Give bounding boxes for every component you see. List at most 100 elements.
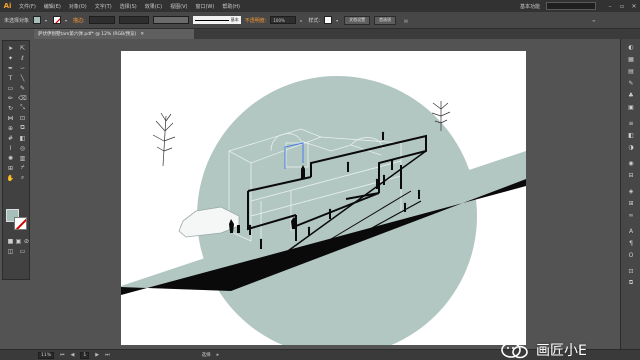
stroke-color-box[interactable] <box>14 217 27 230</box>
preferences-button[interactable]: 首选项 <box>374 15 397 25</box>
last-page-icon[interactable]: ⏭ <box>105 352 110 358</box>
magic-wand-tool-icon[interactable]: ✦ <box>6 54 15 62</box>
wechat-watermark: 画匠小E <box>500 340 626 360</box>
menu-view[interactable]: 视图(V) <box>166 3 191 10</box>
color-panel-icon[interactable]: ◐ <box>626 43 636 51</box>
artboard-tool-icon[interactable]: ⊞ <box>6 164 15 172</box>
gradient-panel-icon[interactable]: ◧ <box>626 131 636 139</box>
eyedropper-tool-icon[interactable]: ⌇ <box>6 144 15 152</box>
menu-select[interactable]: 选择(S) <box>116 3 141 10</box>
menu-effect[interactable]: 效果(C) <box>141 3 166 10</box>
appearance-panel-icon[interactable]: ◉ <box>626 159 636 167</box>
pencil-tool-icon[interactable]: ✏ <box>6 94 15 102</box>
fill-swatch[interactable] <box>33 16 42 24</box>
fill-dropdown-icon[interactable]: ▾ <box>45 18 49 23</box>
character-panel-icon[interactable]: A <box>626 227 636 235</box>
perspective-grid-tool-icon[interactable]: ⧉ <box>18 124 27 132</box>
illustrator-window: Ai 文件(F) 编辑(E) 对象(O) 文字(T) 选择(S) 效果(C) 视… <box>0 0 640 360</box>
page-number-field[interactable]: 1 <box>80 351 90 359</box>
opacity-label[interactable]: 不透明度: <box>245 17 267 24</box>
paintbrush-tool-icon[interactable]: ✎ <box>18 84 27 92</box>
close-tab-icon[interactable]: ✕ <box>140 32 144 37</box>
zoom-level-field[interactable]: 11% <box>38 351 55 359</box>
rotate-tool-icon[interactable]: ↻ <box>6 104 15 112</box>
type-tool-icon[interactable]: T <box>6 74 15 82</box>
stroke-weight-label[interactable]: 描边: <box>73 17 85 24</box>
menu-help[interactable]: 帮助(H) <box>218 3 244 10</box>
menu-bar: Ai 文件(F) 编辑(E) 对象(O) 文字(T) 选择(S) 效果(C) 视… <box>0 0 640 12</box>
opacity-arrow-icon[interactable]: ▸ <box>300 18 304 23</box>
links-panel-icon[interactable]: ∞ <box>626 211 636 219</box>
align-panel-icon[interactable]: ⊟ <box>626 171 636 179</box>
stroke-profile-select[interactable]: 基本 <box>192 16 241 24</box>
blend-tool-icon[interactable]: ◎ <box>18 144 27 152</box>
panel-menu-icon[interactable]: ≡ <box>592 18 596 23</box>
transform-panel-icon[interactable]: ⊡ <box>626 267 636 275</box>
transparency-panel-icon[interactable]: ◑ <box>626 143 636 151</box>
line-tool-icon[interactable]: ╲ <box>18 74 27 82</box>
shape-builder-tool-icon[interactable]: ⊕ <box>6 124 15 132</box>
slice-tool-icon[interactable]: ⌿ <box>18 164 27 172</box>
direct-selection-tool-icon[interactable]: ⇱ <box>18 44 27 52</box>
prev-page-icon[interactable]: ◀ <box>71 352 75 358</box>
menu-edit[interactable]: 编辑(E) <box>40 3 65 10</box>
variable-width-field[interactable] <box>118 16 149 24</box>
minimize-button[interactable]: – <box>604 3 616 10</box>
fill-stroke-widget[interactable] <box>6 209 28 233</box>
curvature-tool-icon[interactable]: ∽ <box>18 64 27 72</box>
next-page-icon[interactable]: ▶ <box>95 352 99 358</box>
artboard[interactable] <box>121 51 526 345</box>
brushes-panel-icon[interactable]: ✎ <box>626 79 636 87</box>
document-tab[interactable]: 萨伏伊别墅tam第六弹.pdf* @ 12% (RGB/预览) ✕ <box>34 29 194 39</box>
brush-definition-field[interactable] <box>152 16 189 24</box>
paragraph-panel-icon[interactable]: ¶ <box>626 239 636 247</box>
none-mode-icon[interactable]: ⊘ <box>22 237 31 245</box>
swatches-panel-icon[interactable]: ▤ <box>626 67 636 75</box>
eraser-tool-icon[interactable]: ⌫ <box>18 94 27 102</box>
close-window-button[interactable]: ✕ <box>628 3 640 10</box>
panel-dock: ◐ ▦ ▤ ✎ ♣ ▣ ≡ ◧ ◑ ◉ ⊟ ◈ ⊞ ∞ A ¶ O ⊡ ⧉ <box>620 39 640 349</box>
symbol-sprayer-tool-icon[interactable]: ✺ <box>6 154 15 162</box>
zoom-tool-icon[interactable]: ⌕ <box>18 174 27 182</box>
screen-mode-icon[interactable]: ▭ <box>18 247 27 255</box>
graphic-styles-icon[interactable]: ▣ <box>626 103 636 111</box>
stroke-swatch[interactable] <box>53 16 62 24</box>
stroke-dropdown-icon[interactable]: ▾ <box>65 18 69 23</box>
hand-tool-icon[interactable]: ✋ <box>6 174 15 182</box>
menu-window[interactable]: 窗口(W) <box>191 3 218 10</box>
gradient-tool-icon[interactable]: ◧ <box>18 134 27 142</box>
app-logo: Ai <box>3 2 12 10</box>
style-dropdown-icon[interactable]: ▾ <box>336 18 340 23</box>
free-transform-tool-icon[interactable]: ⊡ <box>18 114 27 122</box>
draw-mode-icon[interactable]: ◫ <box>6 247 15 255</box>
mesh-tool-icon[interactable]: # <box>6 134 15 142</box>
first-page-icon[interactable]: ⏮ <box>60 352 65 358</box>
width-tool-icon[interactable]: ⋈ <box>6 114 15 122</box>
pathfinder-panel-icon[interactable]: ⧉ <box>626 279 636 287</box>
selection-tool-icon[interactable]: ➤ <box>6 44 15 52</box>
status-menu-icon[interactable]: ▸ <box>217 352 220 358</box>
column-graph-tool-icon[interactable]: ▥ <box>18 154 27 162</box>
opacity-field[interactable]: 100% <box>270 16 297 24</box>
maximize-button[interactable]: ▫ <box>616 3 628 10</box>
layers-panel-icon[interactable]: ◈ <box>626 187 636 195</box>
lasso-tool-icon[interactable]: ℓ <box>18 54 27 62</box>
scale-tool-icon[interactable]: ⤡ <box>18 104 27 112</box>
stroke-weight-field[interactable] <box>88 16 115 24</box>
pen-tool-icon[interactable]: ✒ <box>6 64 15 72</box>
menu-file[interactable]: 文件(F) <box>15 3 40 10</box>
rectangle-tool-icon[interactable]: ▭ <box>6 84 15 92</box>
opentype-panel-icon[interactable]: O <box>626 251 636 259</box>
menu-object[interactable]: 对象(O) <box>65 3 91 10</box>
style-label: 样式: <box>308 17 321 24</box>
menu-type[interactable]: 文字(T) <box>91 3 116 10</box>
arrange-icon[interactable]: ▤ <box>404 18 408 23</box>
help-search-input[interactable] <box>546 2 596 10</box>
workspace-switcher[interactable]: 基本功能 <box>520 3 540 10</box>
document-setup-button[interactable]: 文档设置 <box>344 15 371 25</box>
symbols-panel-icon[interactable]: ♣ <box>626 91 636 99</box>
graphic-style-swatch[interactable] <box>324 16 333 24</box>
stroke-panel-icon[interactable]: ≡ <box>626 119 636 127</box>
artboards-panel-icon[interactable]: ⊞ <box>626 199 636 207</box>
color-guide-icon[interactable]: ▦ <box>626 55 636 63</box>
